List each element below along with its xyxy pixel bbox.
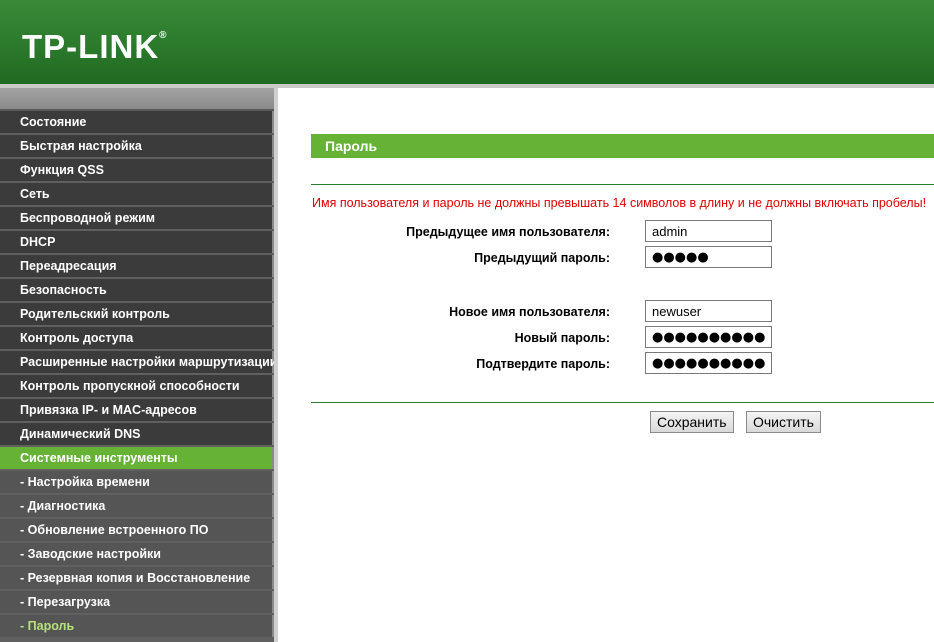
- sidebar-menu: Состояние Быстрая настройка Функция QSS …: [0, 88, 277, 642]
- new-username-label: Новое имя пользователя:: [449, 305, 610, 319]
- confirm-password-input[interactable]: [645, 352, 772, 374]
- sidebar-item-forwarding[interactable]: Переадресация: [0, 255, 274, 277]
- sidebar-subitem-backup-restore[interactable]: - Резервная копия и Восстановление: [0, 567, 274, 589]
- confirm-password-label: Подтвердите пароль:: [476, 357, 610, 371]
- tp-link-logo: TP-LINK®: [22, 28, 168, 66]
- sidebar-item-system-tools[interactable]: Системные инструменты: [0, 447, 274, 469]
- main-content: Пароль Имя пользователя и пароль не долж…: [278, 88, 934, 642]
- sidebar-item-security[interactable]: Безопасность: [0, 279, 274, 301]
- sidebar-subitem-factory-defaults[interactable]: - Заводские настройки: [0, 543, 274, 565]
- old-username-label: Предыдущее имя пользователя:: [406, 225, 610, 239]
- clear-button[interactable]: Очистить: [746, 411, 821, 433]
- sidebar-subitem-time-settings[interactable]: - Настройка времени: [0, 471, 274, 493]
- sidebar-item-dynamic-dns[interactable]: Динамический DNS: [0, 423, 274, 445]
- header-banner: TP-LINK®: [0, 0, 934, 84]
- logo-text: TP-LINK: [22, 28, 160, 65]
- page-title: Пароль: [311, 134, 934, 158]
- password-warning: Имя пользователя и пароль не должны прев…: [312, 196, 927, 210]
- top-divider: [311, 184, 934, 185]
- sidebar-item-quick-setup[interactable]: Быстрая настройка: [0, 135, 274, 157]
- sidebar-item-network[interactable]: Сеть: [0, 183, 274, 205]
- sidebar-subitem-reboot[interactable]: - Перезагрузка: [0, 591, 274, 613]
- old-username-input[interactable]: [645, 220, 772, 242]
- sidebar-item-parental-control[interactable]: Родительский контроль: [0, 303, 274, 325]
- sidebar-item-status[interactable]: Состояние: [0, 111, 274, 133]
- sidebar-item-ip-mac-binding[interactable]: Привязка IP- и MAC-адресов: [0, 399, 274, 421]
- new-username-input[interactable]: [645, 300, 772, 322]
- registered-mark: ®: [159, 30, 168, 41]
- sidebar-item-bandwidth-control[interactable]: Контроль пропускной способности: [0, 375, 274, 397]
- sidebar-subitem-password[interactable]: - Пароль: [0, 615, 274, 637]
- sidebar-item-access-control[interactable]: Контроль доступа: [0, 327, 274, 349]
- sidebar-subitem-diagnostics[interactable]: - Диагностика: [0, 495, 274, 517]
- new-password-label: Новый пароль:: [514, 331, 610, 345]
- sidebar-item-wireless[interactable]: Беспроводной режим: [0, 207, 274, 229]
- old-password-input[interactable]: [645, 246, 772, 268]
- old-password-label: Предыдущий пароль:: [474, 251, 610, 265]
- sidebar-top-bar: [0, 88, 274, 111]
- new-password-input[interactable]: [645, 326, 772, 348]
- bottom-divider: [311, 402, 934, 403]
- save-button[interactable]: Сохранить: [650, 411, 734, 433]
- sidebar-item-dhcp[interactable]: DHCP: [0, 231, 274, 253]
- sidebar-item-qss[interactable]: Функция QSS: [0, 159, 274, 181]
- sidebar-item-advanced-routing[interactable]: Расширенные настройки маршрутизации: [0, 351, 277, 373]
- sidebar-subitem-firmware-upgrade[interactable]: - Обновление встроенного ПО: [0, 519, 274, 541]
